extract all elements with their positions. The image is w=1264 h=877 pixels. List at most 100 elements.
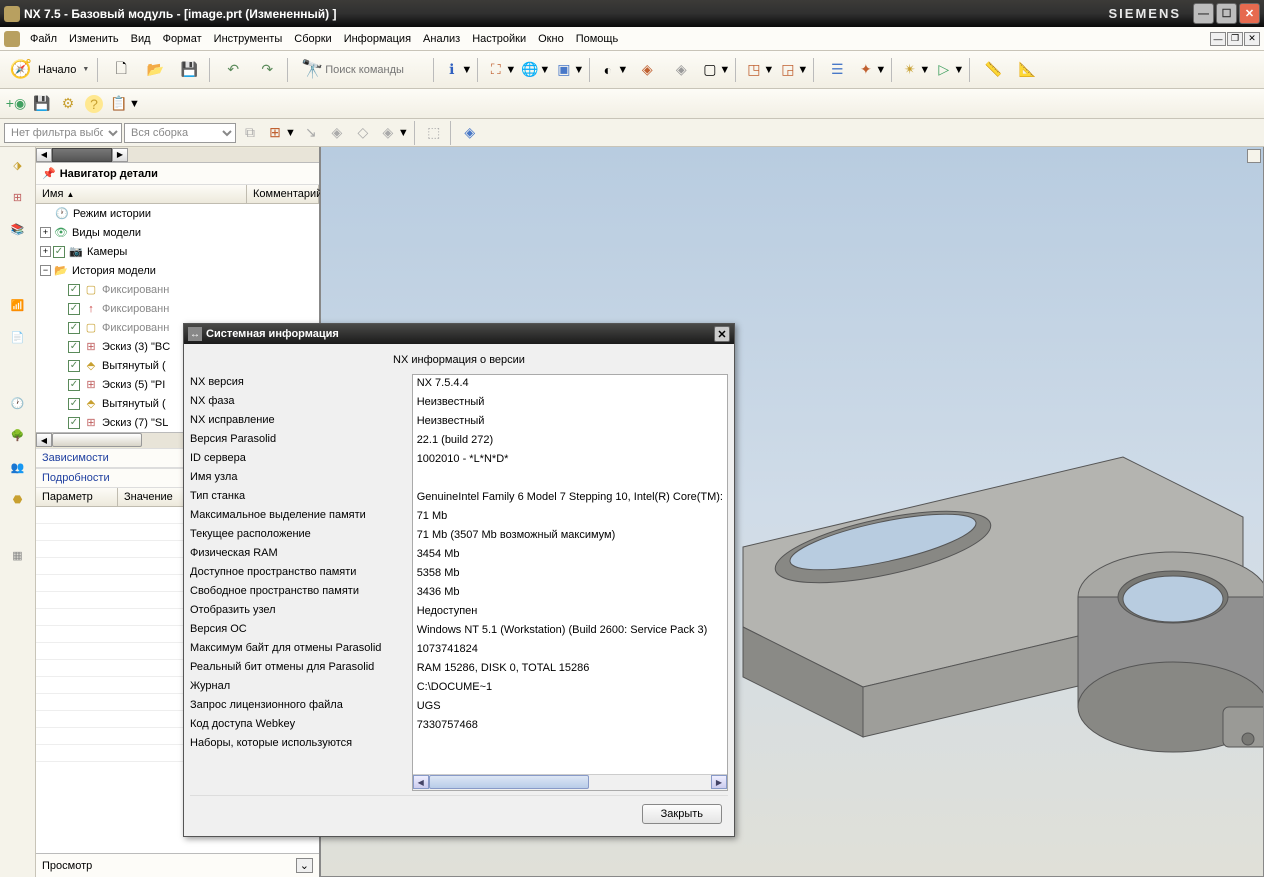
clip-button[interactable]: 📋▼ (108, 92, 141, 116)
ftb8[interactable]: ◈ (458, 121, 482, 145)
doc-minimize-button[interactable]: — (1210, 32, 1226, 46)
new-button[interactable]: 🗋 (105, 54, 137, 86)
open-button[interactable]: 📂 (139, 54, 171, 86)
col-name[interactable]: Имя▲ (36, 185, 247, 203)
fit-button[interactable]: ⛶▼ (485, 54, 517, 86)
layer-button[interactable]: ☰ (821, 54, 853, 86)
dlg-scroll-left[interactable]: ◀ (413, 775, 429, 789)
tree-model-views[interactable]: +👁Виды модели (36, 223, 319, 242)
command-finder[interactable]: 🔭 (295, 55, 429, 85)
sb-asm[interactable]: ⊞ (4, 183, 32, 211)
sb-tree[interactable]: 🌳 (4, 421, 32, 449)
render-button[interactable]: ◐▼ (597, 54, 629, 86)
checkbox[interactable]: ✓ (68, 398, 80, 410)
checkbox[interactable]: ✓ (68, 284, 80, 296)
tree-cameras[interactable]: +✓📷Камеры (36, 242, 319, 261)
doc-close-button[interactable]: ✕ (1244, 32, 1260, 46)
ftb1[interactable]: ⧉ (238, 121, 262, 145)
preview-toggle[interactable]: ⌄ (296, 858, 313, 873)
save-button[interactable]: 💾 (173, 54, 205, 86)
layer2-button[interactable]: ✦▼ (855, 54, 887, 86)
info-dropdown-button[interactable]: ℹ▼ (441, 54, 473, 86)
dialog-values[interactable]: NX 7.5.4.4 Неизвестный Неизвестный 22.1 … (412, 374, 728, 791)
rect-button[interactable]: ▢▼ (699, 54, 731, 86)
dialog-close-button[interactable]: ✕ (714, 326, 730, 342)
menu-information[interactable]: Информация (338, 31, 417, 47)
shade-dropdown[interactable]: ▣▼ (553, 54, 585, 86)
wcs2-button[interactable]: ▷▼ (933, 54, 965, 86)
minimize-button[interactable]: — (1193, 3, 1214, 24)
sb-doc[interactable]: 📄 (4, 323, 32, 351)
checkbox[interactable]: ✓ (53, 246, 65, 258)
maximize-button[interactable]: ☐ (1216, 3, 1237, 24)
ftb2[interactable]: ⊞▼ (264, 121, 297, 145)
box1-button[interactable]: ◈ (631, 54, 663, 86)
menu-preferences[interactable]: Настройки (466, 31, 532, 47)
menu-analysis[interactable]: Анализ (417, 31, 466, 47)
orient2-button[interactable]: ◲▼ (777, 54, 809, 86)
expand-icon[interactable]: + (40, 227, 51, 238)
orient1-button[interactable]: ◳▼ (743, 54, 775, 86)
tree-fixed2[interactable]: ✓↑Фиксированн (36, 299, 319, 318)
sb-last[interactable]: ▦ (4, 541, 32, 569)
zoom-button[interactable]: 🌐▼ (519, 54, 551, 86)
save2-button[interactable]: 💾 (30, 92, 54, 116)
tree-scroll-left[interactable]: ◀ (36, 433, 52, 447)
menu-edit[interactable]: Изменить (63, 31, 125, 47)
sb-sys[interactable]: ⬣ (4, 485, 32, 513)
undo-button[interactable]: ↶ (217, 54, 249, 86)
sb-history[interactable]: 🕐 (4, 389, 32, 417)
sb-connect[interactable]: 📶 (4, 291, 32, 319)
collapse-icon[interactable]: − (40, 265, 51, 276)
measure-button[interactable]: 📏 (977, 54, 1009, 86)
redo-button[interactable]: ↷ (251, 54, 283, 86)
sb-nav[interactable]: ⬗ (4, 151, 32, 179)
dialog-titlebar[interactable]: ↔ Системная информация ✕ (184, 324, 734, 344)
web-button[interactable]: +◉ (4, 92, 28, 116)
col-param[interactable]: Параметр (36, 488, 118, 506)
dlg-scroll-thumb[interactable] (429, 775, 589, 789)
ftb6[interactable]: ◈▼ (377, 121, 410, 145)
help-button[interactable]: ? (82, 92, 106, 116)
measure2-button[interactable]: 📐 (1011, 54, 1043, 86)
sb-roles[interactable]: 👥 (4, 453, 32, 481)
menu-format[interactable]: Формат (157, 31, 208, 47)
tree-scroll-thumb[interactable] (52, 433, 142, 447)
viewport-corner-button[interactable] (1247, 149, 1261, 163)
ftb4[interactable]: ◈ (325, 121, 349, 145)
checkbox[interactable]: ✓ (68, 322, 80, 334)
start-dropdown[interactable]: 🧭 Начало ▼ (4, 55, 93, 85)
checkbox[interactable]: ✓ (68, 417, 80, 429)
scroll-left-button[interactable]: ◀ (36, 148, 52, 162)
checkbox[interactable]: ✓ (68, 360, 80, 372)
wcs-button[interactable]: ✴▼ (899, 54, 931, 86)
assembly-select[interactable]: Вся сборка (124, 123, 236, 143)
box2-button[interactable]: ◈ (665, 54, 697, 86)
command-search-input[interactable] (325, 60, 425, 80)
menu-window[interactable]: Окно (532, 31, 570, 47)
checkbox[interactable]: ✓ (68, 379, 80, 391)
menu-view[interactable]: Вид (125, 31, 157, 47)
doc-restore-button[interactable]: ❐ (1227, 32, 1243, 46)
sb-book[interactable]: 📚 (4, 215, 32, 243)
col-comment[interactable]: Комментарий (247, 185, 319, 203)
scroll-thumb[interactable] (52, 148, 112, 162)
checkbox[interactable]: ✓ (68, 303, 80, 315)
menu-tools[interactable]: Инструменты (208, 31, 289, 47)
menu-file[interactable]: Файл (24, 31, 63, 47)
checkbox[interactable]: ✓ (68, 341, 80, 353)
dialog-close-btn[interactable]: Закрыть (642, 804, 722, 824)
ftb7[interactable]: ⬚ (422, 121, 446, 145)
close-button[interactable]: ✕ (1239, 3, 1260, 24)
ftb5[interactable]: ◇ (351, 121, 375, 145)
tree-fixed1[interactable]: ✓▢Фиксированн (36, 280, 319, 299)
dlg-scroll-right[interactable]: ▶ (711, 775, 727, 789)
filter-select[interactable]: Нет фильтра выбо (4, 123, 122, 143)
menu-assemblies[interactable]: Сборки (288, 31, 337, 47)
menu-help[interactable]: Помощь (570, 31, 625, 47)
tool1-button[interactable]: ⚙ (56, 92, 80, 116)
scroll-right-button[interactable]: ▶ (112, 148, 128, 162)
tree-history-mode[interactable]: 🕐Режим истории (36, 204, 319, 223)
tree-model-history[interactable]: −📂История модели (36, 261, 319, 280)
ftb3[interactable]: ↘ (299, 121, 323, 145)
